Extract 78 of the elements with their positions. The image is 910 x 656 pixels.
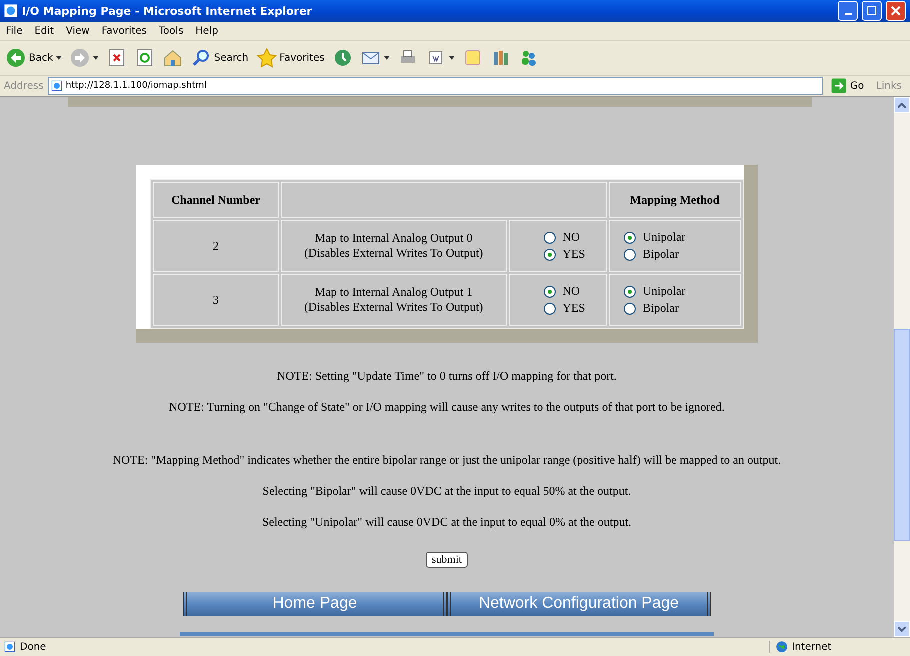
radio-button[interactable] — [544, 248, 556, 260]
go-button[interactable]: Go — [827, 78, 868, 94]
toolbar-button[interactable] — [107, 48, 128, 68]
table-cell: 2 — [153, 220, 279, 272]
page-icon — [4, 641, 16, 653]
description-text: (Disables External Writes To Output) — [304, 246, 484, 261]
table-cell: 3 — [153, 274, 279, 326]
star-icon — [256, 48, 277, 68]
radio-option[interactable]: Unipolar — [624, 230, 732, 245]
dropdown-arrow-icon — [56, 56, 62, 60]
note-text: Selecting "Unipolar" will cause 0VDC at the input to equal 0% at the output. — [262, 515, 632, 530]
radio-button[interactable] — [624, 302, 636, 314]
close-icon — [891, 6, 901, 16]
description-text: Map to Internal Analog Output 1 — [315, 285, 473, 300]
scroll-up-button[interactable] — [894, 97, 910, 113]
maximize-button[interactable] — [862, 1, 882, 21]
description-text: Map to Internal Analog Output 0 — [315, 231, 473, 246]
nav-link[interactable]: Home Page — [183, 592, 447, 616]
home-icon — [163, 48, 184, 68]
menu-item[interactable]: Favorites — [102, 26, 148, 36]
refresh-icon — [135, 48, 156, 68]
address-label: Address — [4, 80, 44, 92]
search-icon — [191, 48, 212, 68]
radio-button[interactable] — [544, 232, 556, 244]
caret-down-icon — [898, 626, 906, 632]
menu-item[interactable]: File — [6, 26, 23, 36]
toolbar-button[interactable]: Favorites — [256, 48, 325, 68]
note-text: NOTE: "Mapping Method" indicates whether the entire bipolar range or just the unipolar range (positive half) will be mapped to an output. — [112, 453, 782, 468]
globe-icon — [776, 641, 788, 653]
radio-button[interactable] — [624, 248, 636, 260]
radio-button[interactable] — [624, 232, 636, 244]
radio-button[interactable] — [544, 302, 556, 314]
radio-option[interactable]: Bipolar — [624, 301, 732, 316]
note-icon — [462, 48, 483, 68]
dropdown-arrow-icon — [384, 56, 390, 60]
toolbar-button[interactable]: Back — [6, 48, 62, 68]
toolbar-button[interactable] — [163, 48, 184, 68]
radio-button[interactable] — [624, 286, 636, 298]
radio-option[interactable]: NO — [544, 284, 598, 299]
menu-item[interactable]: Tools — [159, 26, 184, 36]
toolbar-button[interactable] — [70, 48, 100, 68]
browser-icon — [4, 4, 18, 18]
column-header: Mapping Method — [609, 182, 741, 218]
column-header: Channel Number — [153, 182, 279, 218]
submit-button[interactable]: submit — [426, 552, 468, 568]
history-icon — [332, 48, 353, 68]
nav-link[interactable]: Network Configuration Page — [447, 592, 711, 616]
close-button[interactable] — [886, 1, 906, 21]
radio-option[interactable]: NO — [544, 230, 598, 245]
dropdown-arrow-icon — [448, 56, 455, 60]
stop-icon — [107, 48, 128, 68]
radio-option[interactable]: YES — [544, 247, 598, 262]
note-text: Selecting "Bipolar" will cause 0VDC at the input to equal 50% at the output. — [262, 484, 632, 499]
caret-up-icon — [898, 102, 906, 108]
window-title: I/O Mapping Page - Microsoft Internet Explorer — [22, 4, 314, 18]
note-text: NOTE: Setting "Update Time" to 0 turns off I/O mapping for that port. — [277, 369, 617, 384]
toolbar-button[interactable]: Search — [191, 48, 249, 68]
menu-item[interactable]: View — [66, 26, 90, 36]
minimize-button[interactable] — [838, 1, 858, 21]
radio-option[interactable]: YES — [544, 301, 598, 316]
minimize-icon — [844, 13, 852, 15]
maximize-icon — [867, 6, 877, 16]
menu-item[interactable]: Help — [196, 26, 218, 36]
toolbar-button[interactable] — [332, 48, 353, 68]
radio-button[interactable] — [544, 286, 556, 298]
dropdown-arrow-icon — [93, 56, 100, 60]
radio-option[interactable]: Unipolar — [624, 284, 732, 299]
toolbar-button[interactable] — [135, 48, 156, 68]
zone-text: Internet — [792, 642, 832, 652]
status-text: Done — [20, 642, 48, 652]
address-field[interactable]: http://128.1.1.100/iomap.shtml — [48, 77, 824, 95]
menu-item[interactable]: Edit — [34, 26, 54, 36]
radio-option[interactable]: Bipolar — [624, 247, 732, 262]
scroll-down-button[interactable] — [894, 621, 910, 637]
description-text: (Disables External Writes To Output) — [304, 300, 484, 315]
page-icon — [50, 80, 63, 92]
note-text: NOTE: Turning on "Change of State" or I/O mapping will cause any writes to the outputs of that port to be ignored. — [169, 400, 725, 415]
scrollbar-thumb[interactable] — [894, 329, 910, 541]
